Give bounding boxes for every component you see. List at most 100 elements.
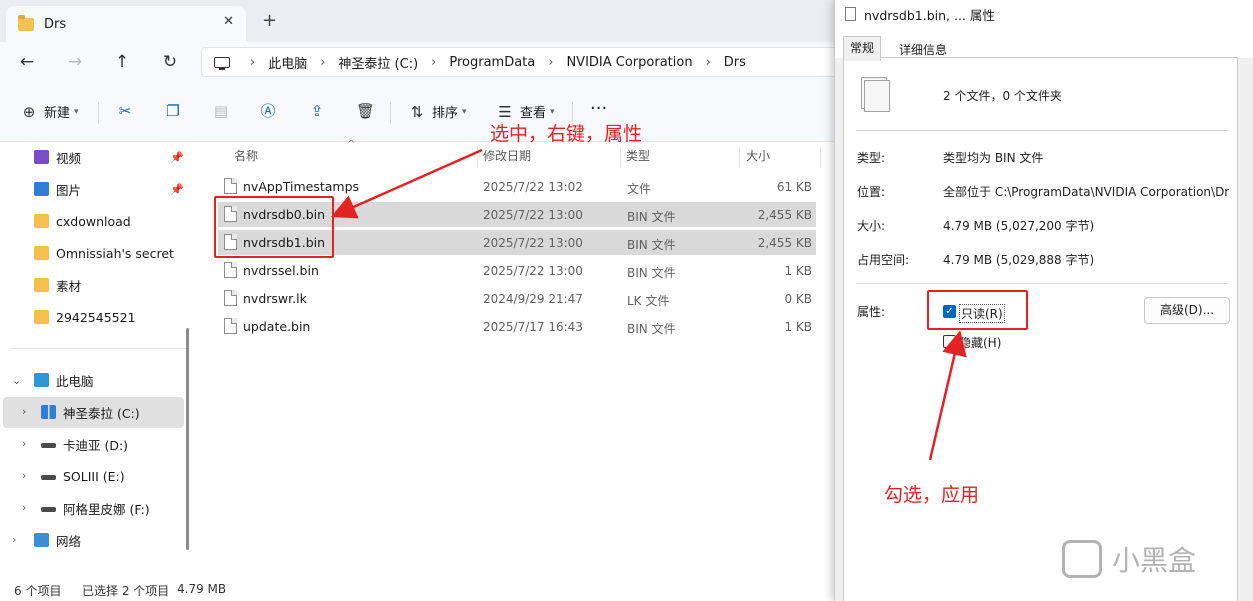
chevron-down-icon: ▾ [74,106,79,117]
sidebar-item-pictures[interactable]: 图片 [34,174,81,204]
tab-general[interactable]: 常规 [843,36,882,61]
heybox-logo-icon [1062,540,1102,578]
file-type: BIN 文件 [627,210,676,224]
sidebar-item-d-drive[interactable]: 卡迪亚 (D:) [41,429,128,459]
table-row[interactable]: update.bin 2025/7/17 16:43 BIN 文件 1 KB [218,314,816,339]
share-button[interactable]: ⇪ [308,102,326,120]
sidebar-item-label: 神圣泰拉 (C:) [63,405,140,421]
sidebar-item-f-drive[interactable]: 阿格里皮娜 (F:) [41,493,150,523]
file-size: 1 KB [784,264,812,278]
paste-button[interactable]: ▤ [212,102,230,120]
folder-icon [34,310,49,324]
pin-icon[interactable]: 📌 [170,183,184,196]
breadcrumb-this-pc[interactable]: 此电脑 [268,53,307,72]
sidebar-item-c-drive[interactable]: 神圣泰拉 (C:) [41,397,140,427]
rename-button[interactable]: Ⓐ [259,102,277,120]
breadcrumb-programdata[interactable]: ProgramData [449,55,535,70]
file-size: 1 KB [784,320,812,334]
chevron-right-icon[interactable]: › [22,405,26,418]
disk-size-value: 4.79 MB (5,029,888 字节) [943,253,1095,267]
hidden-checkbox[interactable] [943,335,956,348]
tab-drs[interactable]: Drs ✕ [6,6,246,42]
advanced-button[interactable]: 高级(D)... [1144,297,1230,324]
up-button[interactable]: ↑ [110,50,134,74]
copy-button[interactable]: ❐ [164,102,182,120]
chevron-down-icon[interactable]: ⌄ [12,374,21,387]
folder-icon [34,246,49,260]
file-date: 2025/7/22 13:00 [483,208,583,222]
toolbar-divider [98,102,99,124]
new-button[interactable]: ⊕ 新建 ▾ [20,102,79,122]
sidebar-item-this-pc[interactable]: 此电脑 [34,365,94,395]
sidebar-item-videos[interactable]: 视频 [34,142,81,172]
sidebar-scrollbar[interactable] [186,328,189,550]
file-name: update.bin [243,319,311,334]
drive-icon [41,442,56,448]
hidden-label[interactable]: 隐藏(H) [959,334,1001,351]
watermark: 小黑盒 [1062,539,1196,579]
dialog-divider [856,283,1228,284]
sidebar-item-e-drive[interactable]: SOLIII (E:) [41,461,125,491]
sidebar-item-label: cxdownload [56,213,131,229]
file-date: 2025/7/22 13:00 [483,264,583,278]
sidebar-item-materials[interactable]: 素材 [34,270,81,300]
windows-drive-icon [41,405,56,419]
drive-icon [41,506,56,512]
delete-button[interactable]: 🗑 [356,102,376,120]
folder-icon [18,14,34,31]
sidebar-item-2942545521[interactable]: 2942545521 [34,302,136,332]
sidebar-item-label: 阿格里皮娜 (F:) [63,501,150,517]
sidebar-item-cxdownload[interactable]: cxdownload [34,206,131,236]
new-tab-button[interactable]: + [262,10,277,31]
size-value: 4.79 MB (5,027,200 字节) [943,219,1095,233]
forward-button[interactable]: → [63,50,87,74]
file-icon [224,178,237,194]
file-date: 2025/7/22 13:00 [483,236,583,250]
chevron-right-icon[interactable]: › [12,533,16,546]
file-size: 0 KB [784,292,812,306]
sidebar-item-label: 图片 [56,182,82,198]
file-size: 2,455 KB [757,208,812,222]
chevron-right-icon: › [548,54,554,70]
column-divider[interactable] [739,146,740,168]
chevron-right-icon: › [250,54,256,70]
address-bar[interactable]: › 此电脑 › 神圣泰拉 (C:) › ProgramData › NVIDIA… [201,47,861,77]
chevron-right-icon[interactable]: › [22,501,26,514]
trash-icon: 🗑 [356,102,376,120]
file-name: nvdrswr.lk [243,291,307,306]
file-date: 2024/9/29 21:47 [483,292,583,306]
breadcrumb-drs[interactable]: Drs [724,55,746,70]
more-options-button[interactable]: ··· [590,98,607,119]
file-icon [224,290,237,306]
column-header-size[interactable]: 大小 [746,142,770,168]
cut-button[interactable]: ✂ [116,102,134,120]
back-button[interactable]: ← [15,50,39,74]
chevron-right-icon[interactable]: › [22,437,26,450]
sidebar-item-label: 视频 [56,150,82,166]
breadcrumb-nvidia[interactable]: NVIDIA Corporation [566,55,692,70]
column-divider[interactable] [620,146,621,168]
sort-button[interactable]: ⇅ 排序 ▾ [408,102,467,122]
column-divider[interactable] [477,146,478,168]
chevron-right-icon[interactable]: › [22,469,26,482]
table-row[interactable]: nvdrssel.bin 2025/7/22 13:00 BIN 文件 1 KB [218,258,816,283]
refresh-button[interactable]: ↻ [158,50,182,74]
file-size: 2,455 KB [757,236,812,250]
column-divider[interactable] [820,146,821,168]
file-size: 61 KB [776,180,812,194]
selected-count: 已选择 2 个项目 [82,584,170,598]
sidebar-item-omnissiah[interactable]: Omnissiah's secret [34,238,174,268]
annotation-select-hint: 选中，右键，属性 [490,123,643,145]
close-tab-icon[interactable]: ✕ [223,14,234,29]
toolbar-divider [390,102,391,124]
sidebar-item-network[interactable]: 网络 [34,525,81,555]
dialog-title: nvdrsdb1.bin, ... 属性 [864,7,995,23]
column-header-name[interactable]: 名称 [234,142,258,168]
location-value: 全部位于 C:\ProgramData\NVIDIA Corporation\D… [943,185,1230,199]
table-row[interactable]: nvdrswr.lk 2024/9/29 21:47 LK 文件 0 KB [218,286,816,311]
breadcrumb-c-drive[interactable]: 神圣泰拉 (C:) [338,53,418,72]
computer-icon [34,373,49,387]
pin-icon[interactable]: 📌 [170,151,184,164]
clipboard-icon: ▤ [213,102,229,120]
folder-icon [34,278,49,292]
